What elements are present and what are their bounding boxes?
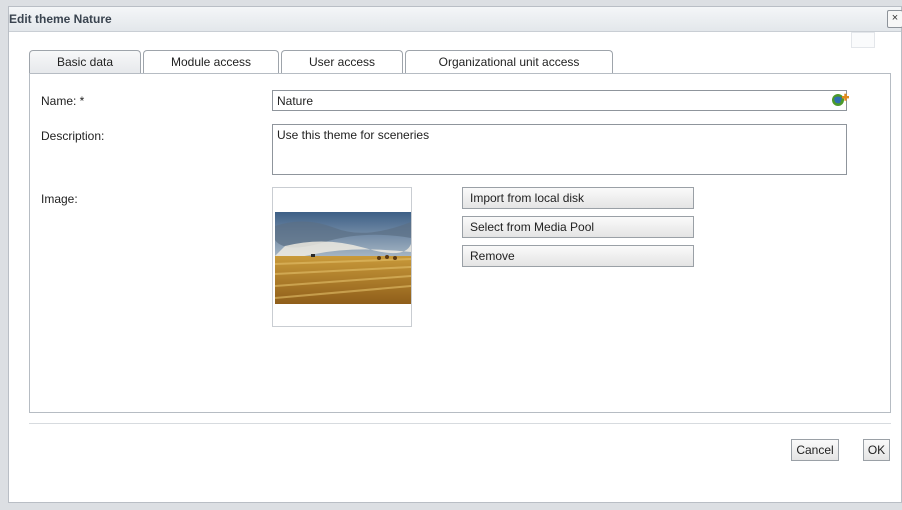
image-label: Image: — [41, 192, 78, 206]
image-preview — [272, 187, 412, 327]
import-from-local-disk-button[interactable]: Import from local disk — [462, 187, 694, 209]
cancel-button[interactable]: Cancel — [791, 439, 839, 461]
remove-image-button[interactable]: Remove — [462, 245, 694, 267]
tab-organizational-unit-access[interactable]: Organizational unit access — [405, 50, 613, 74]
close-icon[interactable]: × — [887, 10, 902, 28]
tab-basic-data[interactable]: Basic data — [29, 50, 141, 74]
tab-user-access[interactable]: User access — [281, 50, 403, 74]
name-label: Name: * — [41, 94, 85, 108]
landscape-photo — [275, 212, 411, 304]
footer-divider — [29, 423, 891, 424]
description-label: Description: — [41, 129, 105, 143]
description-field[interactable]: Use this theme for sceneries — [272, 124, 847, 175]
name-field[interactable]: Nature — [272, 90, 847, 111]
add-translation-icon[interactable] — [831, 91, 849, 107]
ok-button[interactable]: OK — [863, 439, 890, 461]
edit-theme-dialog: Edit theme Nature × Basic data Module ac… — [8, 6, 902, 503]
dialog-tool-button — [851, 32, 875, 48]
select-from-media-pool-button[interactable]: Select from Media Pool — [462, 216, 694, 238]
dialog-title: Edit theme Nature — [9, 12, 112, 26]
tab-module-access[interactable]: Module access — [143, 50, 279, 74]
dialog-titlebar: Edit theme Nature × — [9, 7, 902, 32]
